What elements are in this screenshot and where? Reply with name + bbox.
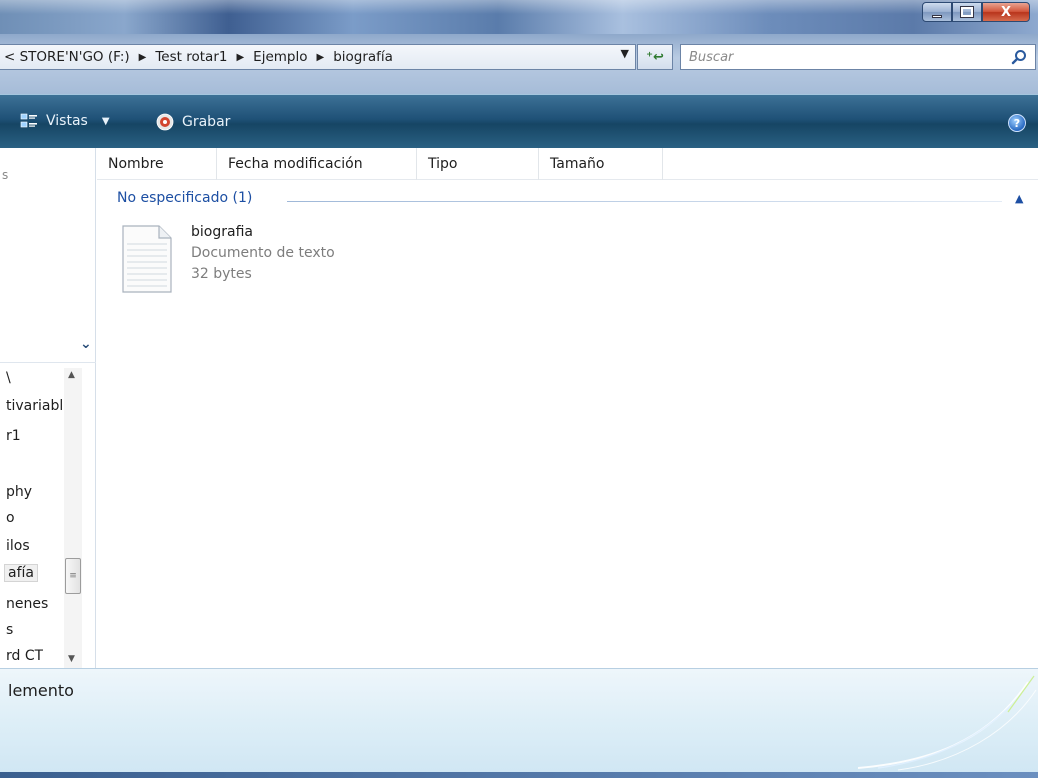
folder-tree-item[interactable]: phy xyxy=(6,484,32,500)
scroll-up-arrow-icon[interactable]: ▲ xyxy=(68,370,75,380)
details-pane: lemento xyxy=(0,668,1038,778)
burn-label: Grabar xyxy=(182,114,231,130)
group-collapse-icon[interactable]: ▲ xyxy=(1015,192,1023,205)
burn-icon xyxy=(156,113,174,131)
folder-tree-item[interactable]: nenes xyxy=(6,596,48,612)
window-bottom-border xyxy=(0,772,1038,778)
folder-tree-item[interactable]: o xyxy=(6,510,15,526)
help-icon[interactable]: ? xyxy=(1008,114,1026,132)
folder-tree-item[interactable]: rd CT xyxy=(6,648,43,666)
folder-tree-item[interactable]: \ xyxy=(6,370,11,386)
favorite-links-fragment[interactable]: s xyxy=(2,168,8,182)
breadcrumb-ejemplo[interactable]: Ejemplo xyxy=(253,49,307,65)
column-header-fecha[interactable]: Fecha modificación xyxy=(217,148,417,180)
group-label: No especificado (1) xyxy=(117,190,253,206)
file-item[interactable]: biografia Documento de texto 32 bytes xyxy=(121,224,381,296)
scroll-thumb[interactable]: ≡ xyxy=(65,558,81,594)
refresh-icon: ⁺↩ xyxy=(646,49,664,65)
nav-divider xyxy=(0,362,96,363)
refresh-button[interactable]: ⁺↩ xyxy=(637,44,673,70)
views-button[interactable]: Vistas ▼ xyxy=(20,113,110,129)
breadcrumb-separator-icon[interactable]: ▶ xyxy=(139,52,147,63)
window-controls: X xyxy=(922,2,1030,24)
search-icon[interactable] xyxy=(1011,49,1027,65)
minimize-button[interactable] xyxy=(922,2,952,22)
breadcrumb-test-rotar1[interactable]: Test rotar1 xyxy=(155,49,227,65)
breadcrumb-separator-icon[interactable]: ▶ xyxy=(236,52,244,63)
views-label: Vistas xyxy=(46,113,88,129)
group-header[interactable]: No especificado (1) ▲ xyxy=(97,186,1038,210)
close-button[interactable]: X xyxy=(982,2,1030,22)
dropdown-arrow-icon: ▼ xyxy=(101,115,110,127)
folder-tree-scrollbar[interactable]: ▲ ≡ ▼ xyxy=(64,368,82,668)
search-placeholder: Buscar xyxy=(689,49,734,65)
folder-tree-item[interactable]: tivariabl xyxy=(6,398,63,414)
breadcrumb-drive[interactable]: < STORE'N'GO (F:) xyxy=(4,49,130,65)
column-header-tamano[interactable]: Tamaño xyxy=(539,148,663,180)
command-toolbar: Vistas ▼ Grabar ? xyxy=(0,94,1038,148)
folder-tree-item-selected[interactable]: afía xyxy=(4,564,38,582)
file-list-area[interactable]: Nombre Fecha modificación Tipo Tamaño No… xyxy=(97,148,1038,668)
folder-tree-item[interactable]: r1 xyxy=(6,428,21,444)
group-divider xyxy=(287,201,1002,202)
views-icon xyxy=(20,113,37,128)
scroll-down-arrow-icon[interactable]: ▼ xyxy=(68,654,75,664)
burn-button[interactable]: Grabar xyxy=(156,113,230,131)
navigation-pane: s ⌄ \ tivariabl r1 phy o ilos afía nenes… xyxy=(0,148,96,668)
details-item-count: lemento xyxy=(8,681,74,700)
folders-collapse-chevron-icon[interactable]: ⌄ xyxy=(80,336,92,352)
file-size: 32 bytes xyxy=(191,266,252,282)
minimize-icon xyxy=(932,14,942,18)
search-input[interactable]: Buscar xyxy=(680,44,1036,70)
address-dropdown-icon[interactable]: ▼ xyxy=(621,47,629,60)
folder-tree-item[interactable]: s xyxy=(6,622,13,638)
details-pane-decoration xyxy=(857,675,1037,771)
folder-tree-item[interactable]: ilos xyxy=(6,538,30,554)
file-type: Documento de texto xyxy=(191,245,335,261)
column-headers: Nombre Fecha modificación Tipo Tamaño xyxy=(97,148,1038,180)
close-icon: X xyxy=(1000,4,1012,20)
column-header-nombre[interactable]: Nombre xyxy=(97,148,217,180)
breadcrumb-separator-icon[interactable]: ▶ xyxy=(317,52,325,63)
maximize-button[interactable] xyxy=(952,2,982,22)
text-file-icon xyxy=(122,225,172,293)
column-header-tipo[interactable]: Tipo xyxy=(417,148,539,180)
address-bar[interactable]: < STORE'N'GO (F:) ▶ Test rotar1 ▶ Ejempl… xyxy=(0,44,636,70)
file-name: biografia xyxy=(191,224,253,240)
breadcrumb-biografia[interactable]: biografía xyxy=(333,49,393,65)
title-bar: X xyxy=(0,0,1038,34)
maximize-icon xyxy=(960,6,974,18)
address-row: < STORE'N'GO (F:) ▶ Test rotar1 ▶ Ejempl… xyxy=(0,34,1038,94)
